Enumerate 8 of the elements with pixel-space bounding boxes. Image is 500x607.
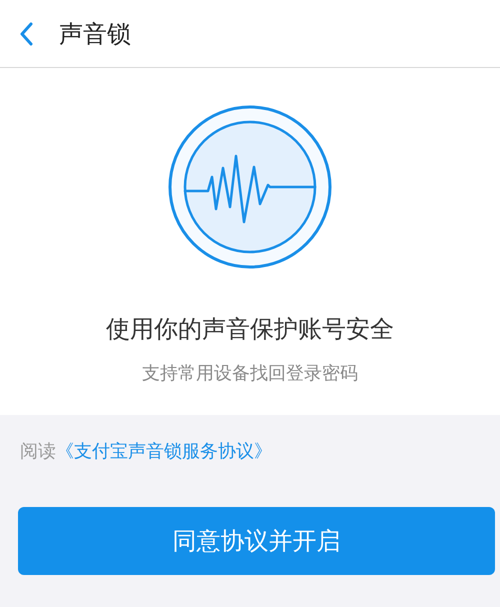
subtitle: 支持常用设备找回登录密码 bbox=[142, 362, 358, 385]
voice-wave-icon bbox=[168, 105, 332, 269]
back-icon[interactable] bbox=[19, 22, 33, 46]
agreement-text: 阅读《支付宝声音锁服务协议》 bbox=[20, 440, 273, 463]
agree-and-enable-button[interactable]: 同意协议并开启 bbox=[18, 507, 495, 575]
headline: 使用你的声音保护账号安全 bbox=[106, 314, 394, 345]
page-title: 声音锁 bbox=[59, 18, 131, 50]
agreement-link[interactable]: 《支付宝声音锁服务协议》 bbox=[56, 441, 272, 462]
